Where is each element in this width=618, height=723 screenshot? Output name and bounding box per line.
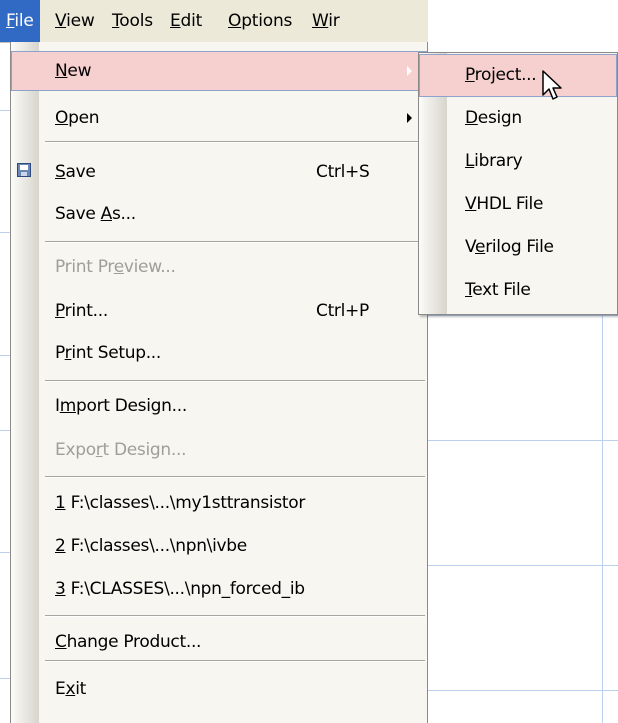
- menubar-wir[interactable]: Wir: [312, 0, 340, 42]
- background-gridline: [0, 552, 10, 553]
- menu-item-label: Change Product...: [55, 632, 202, 652]
- submenu-item-label: Project...: [465, 65, 537, 85]
- menu-icon-gutter: [11, 42, 39, 723]
- menu-item-recent-f-classes-npn-forced-ib[interactable]: 3 F:\CLASSES\...\npn_forced_ib: [11, 569, 427, 609]
- menu-item-label: 3 F:\CLASSES\...\npn_forced_ib: [55, 579, 305, 599]
- menu-separator: [45, 476, 425, 478]
- menu-item-label: Save As...: [55, 204, 136, 224]
- save-icon: [17, 163, 31, 177]
- menu-separator: [45, 241, 425, 243]
- menu-item-exit[interactable]: Exit: [11, 669, 427, 709]
- menu-item-label: Open: [55, 108, 100, 128]
- menu-item-label: Import Design...: [55, 396, 187, 416]
- submenu-item-label: Text File: [465, 280, 531, 300]
- menu-separator: [45, 380, 425, 382]
- background-gridline: [428, 315, 618, 316]
- menu-item-print-preview[interactable]: Print Preview...: [11, 247, 427, 287]
- submenu-arrow-icon: [407, 113, 412, 123]
- menu-item-label: Save: [55, 162, 96, 182]
- menu-item-label: Print Setup...: [55, 343, 162, 363]
- submenu-item-label: VHDL File: [465, 194, 544, 214]
- menu-item-recent-f-classes-npn-ivbe[interactable]: 2 F:\classes\...\npn\ivbe: [11, 526, 427, 566]
- menu-separator: [45, 141, 425, 143]
- menu-item-label: Print...: [55, 301, 108, 321]
- menu-item-print[interactable]: Print... Ctrl+P: [11, 291, 427, 331]
- menu-item-label: 2 F:\classes\...\npn\ivbe: [55, 536, 247, 556]
- submenu-item-label: Library: [465, 151, 523, 171]
- submenu-item-library[interactable]: Library: [419, 140, 617, 183]
- menubar-tools[interactable]: Tools: [112, 0, 153, 42]
- menu-item-label: Exit: [55, 679, 87, 699]
- background-gridline: [0, 355, 10, 356]
- menu-item-label: Export Design...: [55, 440, 187, 460]
- background-gridline: [428, 565, 618, 566]
- menu-separator: [45, 660, 425, 662]
- background-gridline: [0, 0, 10, 723]
- shortcut-label: Ctrl+S: [316, 162, 370, 182]
- menubar-edit[interactable]: Edit: [170, 0, 202, 42]
- menu-item-save-as[interactable]: Save As...: [11, 194, 427, 234]
- menu-item-open[interactable]: Open: [11, 98, 427, 138]
- mouse-pointer-icon: [542, 70, 562, 100]
- submenu-item-vhdl-file[interactable]: VHDL File: [419, 183, 617, 226]
- menu-item-label: New: [55, 61, 92, 81]
- menu-item-change-product[interactable]: Change Product...: [11, 622, 427, 662]
- menu-item-new[interactable]: New: [11, 51, 427, 91]
- submenu-item-label: Verilog File: [465, 237, 554, 257]
- shortcut-label: Ctrl+P: [316, 301, 369, 321]
- menubar-options[interactable]: Options: [228, 0, 292, 42]
- submenu-arrow-icon: [407, 66, 412, 76]
- menu-item-export-design[interactable]: Export Design...: [11, 430, 427, 470]
- file-menu: New Open Save Ctrl+S Save As... Print Preview…: [10, 42, 428, 723]
- submenu-item-label: Design: [465, 108, 522, 128]
- submenu-item-verilog-file[interactable]: Verilog File: [419, 226, 617, 269]
- background-gridline: [602, 315, 603, 723]
- menu-bar: File View Tools Edit Options Wir: [0, 0, 428, 43]
- new-submenu: Project... Design Library VHDL File Verilog …: [418, 52, 618, 315]
- menu-item-label: Print Preview...: [55, 257, 176, 277]
- submenu-item-project[interactable]: Project...: [419, 54, 617, 97]
- menu-item-import-design[interactable]: Import Design...: [11, 386, 427, 426]
- menu-separator: [45, 615, 425, 617]
- submenu-item-design[interactable]: Design: [419, 97, 617, 140]
- background-gridline: [0, 232, 10, 233]
- background-gridline: [428, 690, 618, 691]
- menu-item-label: 1 F:\classes\...\my1sttransistor: [55, 493, 306, 513]
- background-gridline: [0, 678, 10, 679]
- menu-item-recent-f-classes-my1sttransistor[interactable]: 1 F:\classes\...\my1sttransistor: [11, 483, 427, 523]
- menu-item-print-setup[interactable]: Print Setup...: [11, 333, 427, 373]
- submenu-item-text-file[interactable]: Text File: [419, 269, 617, 312]
- menubar-file[interactable]: File: [0, 0, 40, 42]
- menubar-view[interactable]: View: [55, 0, 95, 42]
- background-gridline: [0, 110, 10, 111]
- menu-item-save[interactable]: Save Ctrl+S: [11, 152, 427, 192]
- background-gridline: [0, 430, 10, 431]
- background-gridline: [428, 440, 618, 441]
